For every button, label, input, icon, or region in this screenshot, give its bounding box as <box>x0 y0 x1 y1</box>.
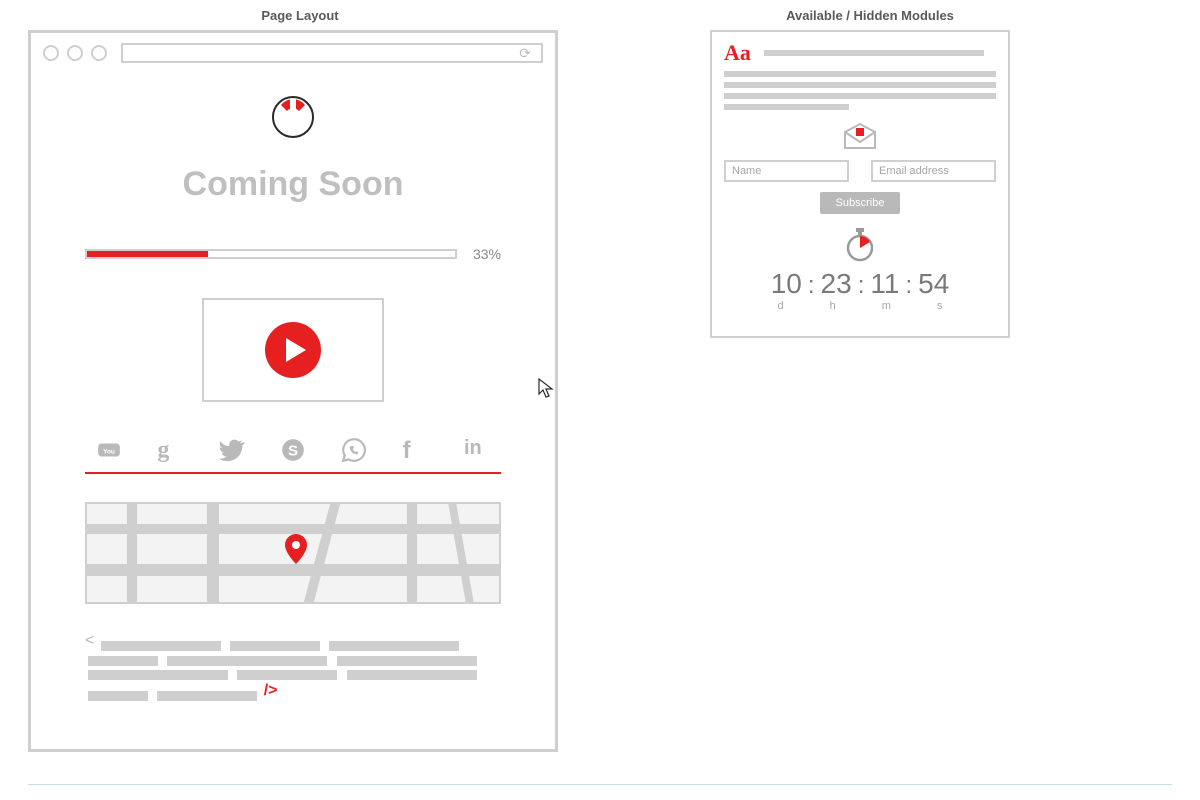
available-modules-panel[interactable]: Aa Name Email address Subscribe <box>710 30 1010 338</box>
countdown-seconds: 54 <box>918 268 949 300</box>
stopwatch-icon <box>845 228 875 262</box>
facebook-icon[interactable]: f <box>402 436 430 464</box>
module-progress[interactable]: 33% <box>85 246 501 262</box>
page-layout-panel[interactable]: ⟳ Coming Soon 33% <box>28 30 558 752</box>
twitter-icon[interactable] <box>218 436 246 464</box>
countdown-minutes: 11 <box>870 268 899 300</box>
whatsapp-icon[interactable] <box>340 436 368 464</box>
module-video[interactable] <box>202 298 384 402</box>
page-layout-title: Page Layout <box>20 8 580 23</box>
name-placeholder: Name <box>732 165 761 177</box>
linkedin-icon[interactable]: in <box>463 436 491 464</box>
countdown-label-h: h <box>830 300 836 312</box>
module-html[interactable]: < /> <box>85 632 501 703</box>
envelope-icon <box>843 122 877 150</box>
countdown-label-d: d <box>778 300 784 312</box>
countdown-hours: 23 <box>821 268 852 300</box>
module-contact-form[interactable]: Name Email address Subscribe <box>724 122 996 214</box>
url-bar: ⟳ <box>121 43 543 63</box>
module-map[interactable] <box>85 502 501 604</box>
chrome-dot <box>91 45 107 61</box>
subscribe-button[interactable]: Subscribe <box>820 192 901 214</box>
email-placeholder: Email address <box>879 165 949 177</box>
youtube-icon[interactable]: You <box>95 436 123 464</box>
progress-fill <box>87 251 208 257</box>
module-text[interactable]: Aa <box>724 40 996 110</box>
progress-bar <box>85 249 457 259</box>
map-pin-icon <box>285 534 307 564</box>
browser-chrome: ⟳ <box>31 33 555 73</box>
svg-text:S: S <box>288 442 298 459</box>
footer-divider <box>28 784 1172 785</box>
available-modules-title: Available / Hidden Modules <box>720 8 1020 23</box>
chrome-dot <box>43 45 59 61</box>
module-logo[interactable] <box>85 93 501 141</box>
countdown-days: 10 <box>771 268 802 300</box>
skype-icon[interactable]: S <box>279 436 307 464</box>
module-headline[interactable]: Coming Soon <box>85 165 501 204</box>
play-icon <box>286 338 306 362</box>
drop-cap-icon: Aa <box>724 40 751 66</box>
countdown-label-s: s <box>937 300 943 312</box>
html-open-bracket: < <box>85 632 94 650</box>
countdown-label-m: m <box>882 300 891 312</box>
html-close-bracket: /> <box>264 682 278 700</box>
svg-text:You: You <box>103 448 115 455</box>
name-input[interactable]: Name <box>724 160 849 182</box>
play-button[interactable] <box>265 322 321 378</box>
module-social[interactable]: You g S f in <box>85 436 501 474</box>
google-icon[interactable]: g <box>156 436 184 464</box>
refresh-icon: ⟳ <box>519 46 531 60</box>
progress-value: 33% <box>473 246 501 262</box>
chrome-dot <box>67 45 83 61</box>
module-countdown[interactable]: 10 : 23 : 11 : 54 d h m s <box>724 228 996 312</box>
wrench-logo-icon <box>269 93 317 141</box>
email-input[interactable]: Email address <box>871 160 996 182</box>
